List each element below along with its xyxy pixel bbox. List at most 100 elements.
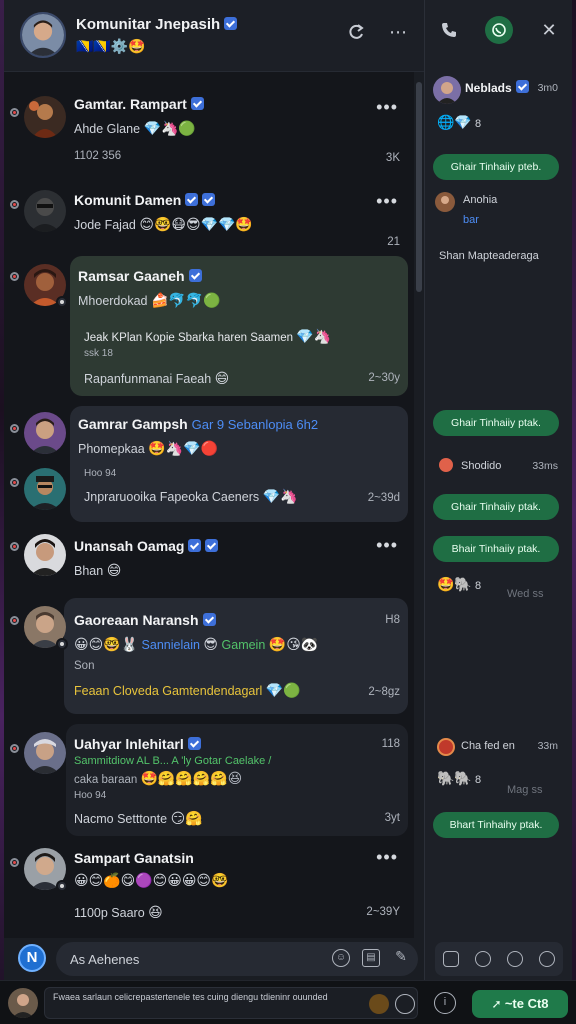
message-emoji: 💎🦄 [296, 328, 332, 344]
record-icon[interactable] [395, 994, 415, 1014]
panel-time: 3m0 [537, 82, 558, 94]
chat-item[interactable]: Komunit Damen Jode Fajad 😊🤓😷😎💎💎🤩 ••• 21 [4, 178, 414, 258]
chat-preview: Sammitdiow AL B... A 'ly Gotar Caelake / [74, 755, 271, 767]
status-field[interactable]: Fwaea sarlaun celicrepastertenele tes cu… [44, 987, 418, 1019]
chat-menu-icon[interactable]: ••• [376, 536, 398, 554]
footer-text: 1100p Saaro [74, 906, 145, 920]
chat-subline: Son [74, 660, 95, 672]
reaction-emoji: 🤩🐘 [437, 576, 472, 592]
chat-name-text: Komunit Damen [74, 192, 182, 208]
chat-list: Gamtar. Rampart Ahde Glane 💎🦄🟢 1102 356 … [4, 72, 414, 938]
verified-icon [202, 613, 216, 626]
panel-reactions: 🌐💎 8 [437, 114, 481, 131]
chat-name: Sampart Ganatsin [74, 850, 194, 866]
group-title-text: Komunitar Jnepasih [76, 16, 221, 33]
chat-item[interactable]: Ramsar Gaaneh Mhoerdokad 🍰🐬🐬🟢 Jeak KPlan… [4, 256, 414, 396]
panel-item-name: Anohia [463, 194, 498, 206]
panel-reactions: 🤩🐘 8 [437, 576, 481, 593]
chat-item[interactable]: Uahyar lnlehitarl 118 Sammitdiow AL B...… [4, 724, 414, 844]
panel-chip[interactable]: Ghair Tinhaiiy ptak. [433, 410, 559, 436]
my-avatar[interactable] [8, 988, 38, 1018]
chat-name: Gamtar. Rampart [74, 96, 204, 112]
app-logo-icon[interactable]: N [18, 944, 46, 972]
unread-dot [10, 272, 19, 281]
chat-name-extra: Gar 9 Sebanlopia 6h2 [191, 417, 319, 432]
message-composer: N ☺ ▤ ✎ [4, 938, 424, 980]
sticker-icon[interactable] [507, 951, 523, 967]
panel-chip[interactable]: Ghair Tinhaiiy pteb. [433, 154, 559, 180]
verified-icon [188, 269, 202, 282]
panel-time: 33m [537, 740, 558, 752]
panel-chip[interactable]: Bhair Tinhaiiy ptak. [433, 536, 559, 562]
panel-chip[interactable]: Bhart Tinhaihy ptak. [433, 812, 559, 838]
chat-item[interactable]: Unansah Oamag Bhan 😄 ••• [4, 528, 414, 598]
panel-time: Mag ss [507, 784, 543, 796]
verified-icon [515, 80, 529, 93]
chat-menu-icon[interactable]: ••• [376, 98, 398, 116]
unread-dot [10, 542, 19, 551]
chat-name: Unansah Oamag [74, 538, 219, 554]
emoji-icon[interactable]: ☺ [332, 949, 350, 967]
avatar [24, 468, 66, 510]
chat-list-scrollbar[interactable] [414, 72, 424, 938]
avatar [24, 96, 66, 138]
verified-icon [205, 539, 219, 552]
chat-meta-top: H8 [385, 614, 400, 626]
group-avatar[interactable] [20, 12, 66, 58]
send-button[interactable]: ➚ ~te Ct8 [472, 990, 568, 1018]
coin-icon[interactable] [369, 994, 389, 1014]
chat-menu-icon[interactable]: ••• [376, 192, 398, 210]
chat-preview: 😀😊🍊😋🟣😊😀😀😊🤓 [74, 872, 228, 889]
chat-subline-2: Hoo 94 [74, 790, 107, 801]
preview-green-text: Gamein [221, 638, 266, 652]
scroll-thumb[interactable] [416, 82, 422, 292]
chat-item[interactable]: Sampart Ganatsin 😀😊🍊😋🟣😊😀😀😊🤓 1100p Saaro … [4, 844, 414, 936]
chat-meta: 2~39d [367, 492, 400, 504]
chat-meta-top: 118 [381, 738, 400, 750]
panel-toolbar [435, 942, 563, 976]
chat-name: Komunit Damen [74, 192, 216, 208]
panel-reactions: 🐘🐘 8 [437, 770, 481, 787]
preview-text: Phomepkaa [78, 442, 145, 456]
panel-contact-name: Neblads [465, 81, 512, 95]
subline-text: caka baraan [74, 774, 138, 786]
close-icon[interactable]: ✕ [537, 18, 561, 42]
settings-icon[interactable] [539, 951, 555, 967]
chat-subline: 1102 356 [74, 150, 122, 162]
chat-name-text: Uahyar lnlehitarl [74, 736, 184, 752]
chat-item[interactable]: Gaoreaan Naransh H8 😀😊🤓🐰 Sannielain 😎 Ga… [4, 598, 414, 714]
pen-icon[interactable]: ✎ [392, 949, 410, 967]
panel-time: 33ms [532, 460, 558, 472]
status-text: Fwaea sarlaun celicrepastertenele tes cu… [53, 992, 328, 1002]
chat-menu-icon[interactable]: ••• [376, 848, 398, 866]
preview-emoji: 😄 [106, 562, 122, 578]
more-options-icon[interactable]: ⋯ [386, 20, 410, 44]
verified-icon [187, 737, 201, 750]
panel-chip[interactable]: Ghair Tinhaiiy ptak. [433, 494, 559, 520]
record-icon[interactable] [475, 951, 491, 967]
footer-emoji: 💎🦄 [262, 488, 298, 504]
presence-icon [56, 296, 68, 308]
refresh-icon[interactable] [344, 20, 368, 44]
chat-meta: 21 [387, 236, 400, 248]
unread-dot [10, 858, 19, 867]
preview-emoji: 😎 [203, 636, 219, 652]
status-icon [439, 458, 453, 472]
preview-blue-text: Sannielain [141, 638, 200, 652]
presence-icon [56, 880, 68, 892]
info-icon[interactable]: i [434, 992, 456, 1014]
chat-name-text: Unansah Oamag [74, 538, 185, 554]
phone-icon[interactable] [437, 18, 461, 42]
chat-item[interactable]: Gamtar. Rampart Ahde Glane 💎🦄🟢 1102 356 … [4, 82, 414, 182]
whatsapp-icon[interactable] [485, 16, 513, 44]
footer-emoji: 😄 [214, 370, 230, 386]
preview-emoji: 🤩😘🐼 [268, 636, 319, 652]
attachment-icon[interactable]: ▤ [362, 949, 380, 967]
chat-name: Ramsar Gaaneh [78, 268, 202, 284]
chat-preview: Bhan 😄 [74, 562, 121, 579]
preview-emoji: 😀😊🤓🐰 [74, 636, 139, 652]
unread-dot [10, 424, 19, 433]
chat-item[interactable]: Gamrar Gampsh Gar 9 Sebanlopia 6h2 Phome… [4, 406, 414, 522]
preview-emoji: 💎🦄🟢 [143, 120, 196, 136]
clipboard-icon[interactable] [443, 951, 459, 967]
